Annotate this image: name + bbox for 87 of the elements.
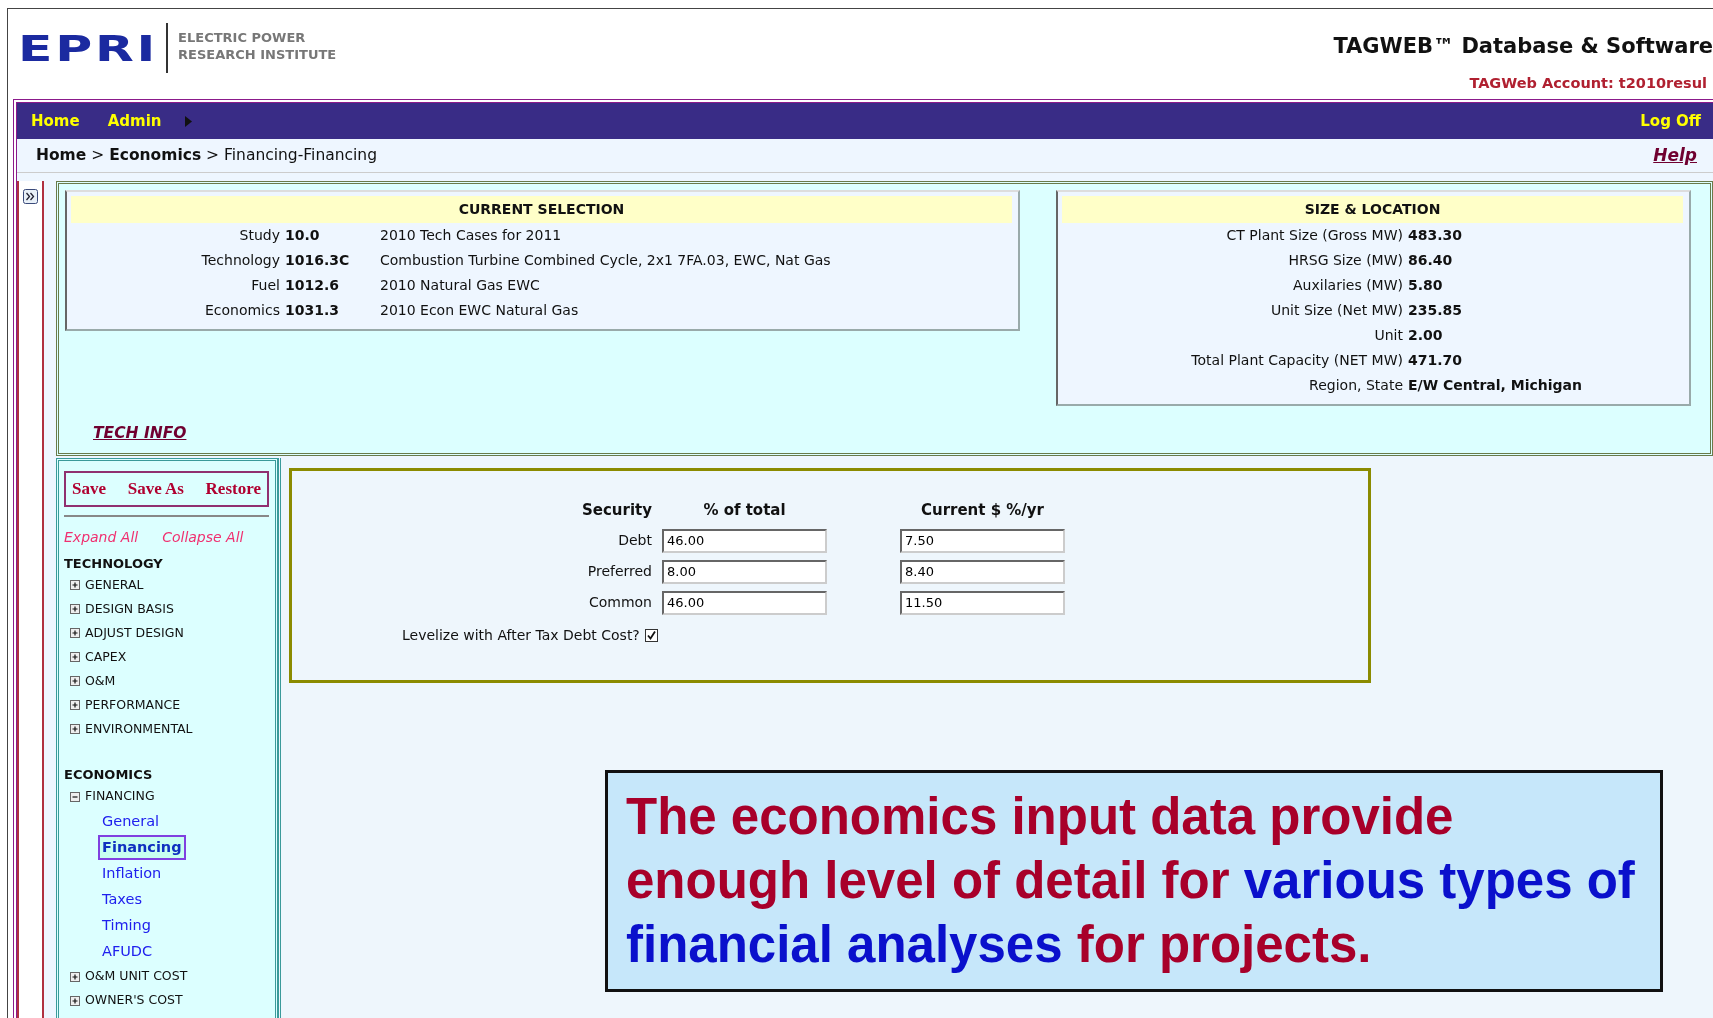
input-field[interactable]: 8.40 (900, 559, 1065, 584)
input-field[interactable]: 46.00 (662, 528, 827, 553)
tree-link[interactable]: General (98, 808, 164, 835)
callout-text: The economics input data provide enough level of detail for various types of financial analyses for projects. (605, 770, 1663, 992)
field-label: Auxilaries (MW) (1293, 277, 1403, 293)
field-label: Technology (201, 252, 280, 268)
field-label: Total Plant Capacity (NET MW) (1191, 352, 1403, 368)
expand-icon[interactable] (70, 652, 80, 662)
description-text: 2010 Econ EWC Natural Gas (380, 302, 579, 318)
row-label: Debt (618, 532, 652, 548)
field-value: 5.80 (1408, 277, 1443, 293)
expand-icon[interactable] (23, 189, 38, 204)
logoff-link[interactable]: Log Off (1640, 109, 1701, 133)
logo: EPRI (18, 31, 159, 67)
field-label: Unit (1374, 327, 1403, 343)
tree-item[interactable]: GENERAL (85, 575, 144, 595)
organization-name: ELECTRIC POWER RESEARCH INSTITUTE (178, 29, 337, 63)
description-text: Combustion Turbine Combined Cycle, 2x1 7FA.03, EWC, Nat Gas (380, 252, 831, 268)
field-label: Study (239, 227, 280, 243)
tree-item[interactable]: DESIGN BASIS (85, 599, 174, 619)
field-value: 1031.3 (285, 301, 341, 320)
row-label: Preferred (587, 563, 652, 579)
toolbar-link[interactable]: Save As (127, 476, 184, 502)
checkbox-label: Levelize with After Tax Debt Cost? (402, 625, 640, 645)
tree-item[interactable]: ADJUST DESIGN (85, 623, 184, 643)
tree-item[interactable]: PERFORMANCE (85, 695, 181, 715)
field-value: 2.00 (1408, 327, 1443, 343)
expand-icon[interactable] (70, 995, 80, 1006)
tree-action-link[interactable]: Expand All (64, 526, 139, 548)
tree-item[interactable]: OWNER'S COST (85, 991, 183, 1010)
field-value: 86.40 (1408, 252, 1453, 268)
checkbox[interactable] (644, 628, 658, 642)
column-header: Security (581, 501, 652, 519)
field-value: 483.30 (1408, 227, 1463, 243)
field-value: 471.70 (1408, 352, 1463, 368)
account-label: TAGWeb Account: t2010resul (1468, 73, 1708, 93)
tree-link[interactable]: Financing (98, 834, 186, 861)
field-value: 235.85 (1408, 302, 1463, 318)
tree-item[interactable]: O&M UNIT COST (85, 967, 188, 986)
input-field[interactable]: 46.00 (662, 590, 827, 615)
nav-link-item[interactable]: Admin (107, 109, 162, 133)
field-value: 10.0 (285, 226, 321, 245)
description-text: 2010 Tech Cases for 2011 (380, 227, 562, 243)
breadcrumb: Home > Economics > Financing-Financing (36, 144, 378, 166)
expand-icon[interactable] (70, 676, 80, 686)
tree-link[interactable]: Taxes (98, 886, 146, 913)
collapse-icon[interactable] (70, 791, 80, 802)
tree-link[interactable]: Timing (98, 912, 155, 939)
field-value: 1016.3C (285, 251, 351, 270)
field-value: E/W Central, Michigan (1408, 377, 1582, 393)
field-label: HRSG Size (MW) (1288, 252, 1403, 268)
app-title: TAGWEB™ Database & Software (1333, 33, 1713, 60)
expand-icon[interactable] (70, 724, 80, 734)
tech-info-link[interactable]: TECH INFO (93, 421, 1706, 445)
expand-icon[interactable] (70, 580, 80, 590)
field-value: 1012.6 (285, 276, 341, 295)
section-heading: ECONOMICS (64, 766, 154, 784)
row-label: Common (588, 594, 652, 610)
column-header: Current $ %/yr (920, 501, 1045, 519)
tree-link[interactable]: Inflation (98, 860, 166, 887)
toolbar-link[interactable]: Restore (205, 476, 261, 502)
tree-link[interactable]: AFUDC (98, 938, 157, 965)
tree-item[interactable]: CAPEX (85, 647, 127, 667)
description-text: 2010 Natural Gas EWC (380, 277, 540, 293)
field-label: Economics (204, 302, 280, 318)
input-field[interactable]: 11.50 (900, 590, 1065, 615)
field-label: Fuel (251, 277, 280, 293)
section-heading: TECHNOLOGY (64, 554, 164, 573)
tree-item[interactable]: ENVIRONMENTAL (85, 719, 193, 739)
tree-item[interactable]: FINANCING (85, 787, 155, 806)
expand-icon[interactable] (70, 604, 80, 614)
toolbar-link[interactable]: Save (72, 476, 106, 502)
expand-icon[interactable] (70, 700, 80, 710)
nav-link-item[interactable]: Home (31, 109, 80, 133)
column-header: % of total (703, 501, 786, 519)
field-label: Unit Size (Net MW) (1271, 302, 1403, 318)
tree-item[interactable]: O&M (85, 671, 116, 691)
input-field[interactable]: 8.00 (662, 559, 827, 584)
panel-title: CURRENT SELECTION (71, 196, 1012, 223)
tree-action-link[interactable]: Collapse All (162, 526, 244, 548)
help-link[interactable]: Help (1653, 142, 1697, 169)
expand-icon[interactable] (70, 628, 80, 638)
field-label: Region, State (1309, 377, 1403, 393)
expand-icon[interactable] (70, 971, 80, 982)
input-field[interactable]: 7.50 (900, 528, 1065, 553)
panel-title: SIZE & LOCATION (1062, 196, 1683, 223)
field-label: CT Plant Size (Gross MW) (1226, 227, 1403, 243)
